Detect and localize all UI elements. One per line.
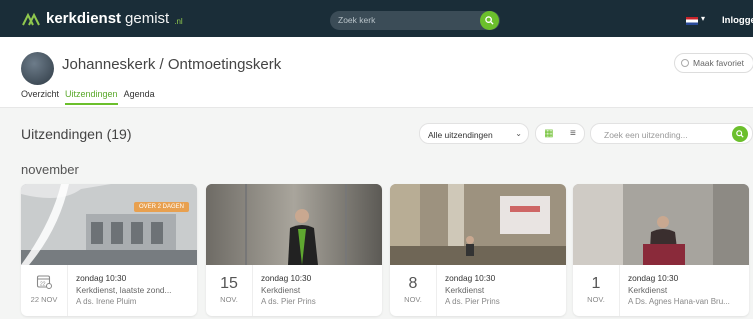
broadcast-card[interactable]: OVER 2 DAGEN 22 22 NOV zondag 10:30 Kerk… <box>21 184 197 316</box>
broadcast-preacher: A ds. Pier Prins <box>445 297 500 306</box>
broadcast-thumbnail[interactable] <box>390 184 566 265</box>
grid-view-icon[interactable]: ▦ <box>544 128 553 139</box>
church-search-placeholder: Zoek kerk <box>338 15 376 25</box>
broadcast-card[interactable]: 1 NOV. zondag 10:30 Kerkdienst A Ds. Agn… <box>573 184 749 316</box>
broadcast-preacher: A Ds. Agnes Hana-van Bru... <box>628 297 730 306</box>
broadcast-subject: Kerkdienst, laatste zond... <box>76 285 172 295</box>
view-toggle: ▦ ≡ <box>535 123 585 144</box>
date-box: 1 NOV. <box>573 265 620 316</box>
broadcast-preacher: A ds. Irene Pluim <box>76 297 137 306</box>
favorite-button[interactable]: Maak favoriet <box>674 53 753 73</box>
nl-flag-icon[interactable] <box>686 17 698 25</box>
broadcast-preacher: A ds. Pier Prins <box>261 297 316 306</box>
logo-text: gemist <box>125 10 170 27</box>
broadcast-subject: Kerkdienst <box>261 285 301 295</box>
broadcast-time: zondag 10:30 <box>628 273 679 283</box>
date-month: NOV. <box>404 295 422 304</box>
broadcast-card[interactable]: 8 NOV. zondag 10:30 Kerkdienst A ds. Pie… <box>390 184 566 316</box>
calendar-icon: 22 <box>21 273 67 294</box>
logo-tld: .nl <box>174 16 183 26</box>
broadcast-thumbnail[interactable]: OVER 2 DAGEN <box>21 184 197 265</box>
broadcast-search-input[interactable]: Zoek een uitzending... <box>590 123 753 144</box>
broadcast-search-placeholder: Zoek een uitzending... <box>604 130 688 140</box>
date-day: 8 <box>408 275 418 292</box>
service-image <box>390 184 566 265</box>
broadcast-thumbnail[interactable] <box>206 184 382 265</box>
tab-uitzendingen[interactable]: Uitzendingen <box>65 89 118 105</box>
list-view-icon[interactable]: ≡ <box>570 128 576 139</box>
date-month: NOV. <box>220 295 238 304</box>
broadcast-subject: Kerkdienst <box>628 285 668 295</box>
search-icon[interactable] <box>480 11 499 30</box>
favorite-icon <box>681 59 689 67</box>
month-heading: november <box>21 162 79 177</box>
logo-icon <box>22 12 40 25</box>
date-month: NOV. <box>587 295 605 304</box>
broadcast-time: zondag 10:30 <box>76 273 127 283</box>
date-box: 22 22 NOV <box>21 265 68 316</box>
svg-text:22: 22 <box>40 282 46 288</box>
top-navbar: kerkdienst gemist .nl Zoek kerk ▾ Inlogge <box>0 0 753 37</box>
broadcast-filter-select[interactable]: Alle uitzendingen ⌄ <box>419 123 529 144</box>
section-title: Uitzendingen (19) <box>21 126 132 142</box>
church-search-input[interactable]: Zoek kerk <box>330 11 500 30</box>
logo-text-bold: kerkdienst <box>46 10 122 27</box>
tab-overzicht[interactable]: Overzicht <box>21 89 59 105</box>
date-box: 8 NOV. <box>390 265 437 316</box>
church-name: Johanneskerk / Ontmoetingskerk <box>62 56 282 73</box>
filter-value: Alle uitzendingen <box>428 130 493 140</box>
broadcast-card[interactable]: 15 NOV. zondag 10:30 Kerkdienst A ds. Pi… <box>206 184 382 316</box>
broadcast-time: zondag 10:30 <box>445 273 496 283</box>
broadcast-time: zondag 10:30 <box>261 273 312 283</box>
broadcast-subject: Kerkdienst <box>445 285 485 295</box>
date-label: 22 NOV <box>30 295 58 304</box>
church-building-image <box>21 184 197 265</box>
service-image <box>573 184 749 265</box>
date-day: 15 <box>220 275 238 292</box>
upcoming-badge: OVER 2 DAGEN <box>133 202 189 212</box>
search-icon[interactable] <box>732 126 748 142</box>
church-avatar <box>21 52 54 85</box>
date-day: 1 <box>591 275 601 292</box>
site-logo[interactable]: kerkdienst gemist .nl <box>22 10 183 27</box>
church-tabs: Overzicht Uitzendingen Agenda <box>21 89 155 105</box>
login-link[interactable]: Inlogge <box>722 15 753 26</box>
chevron-down-icon[interactable]: ▾ <box>701 14 705 23</box>
favorite-label: Maak favoriet <box>693 58 745 68</box>
date-box: 15 NOV. <box>206 265 253 316</box>
service-image <box>206 184 382 265</box>
broadcast-thumbnail[interactable] <box>573 184 749 265</box>
chevron-down-icon: ⌄ <box>515 129 522 138</box>
tab-agenda[interactable]: Agenda <box>124 89 155 105</box>
